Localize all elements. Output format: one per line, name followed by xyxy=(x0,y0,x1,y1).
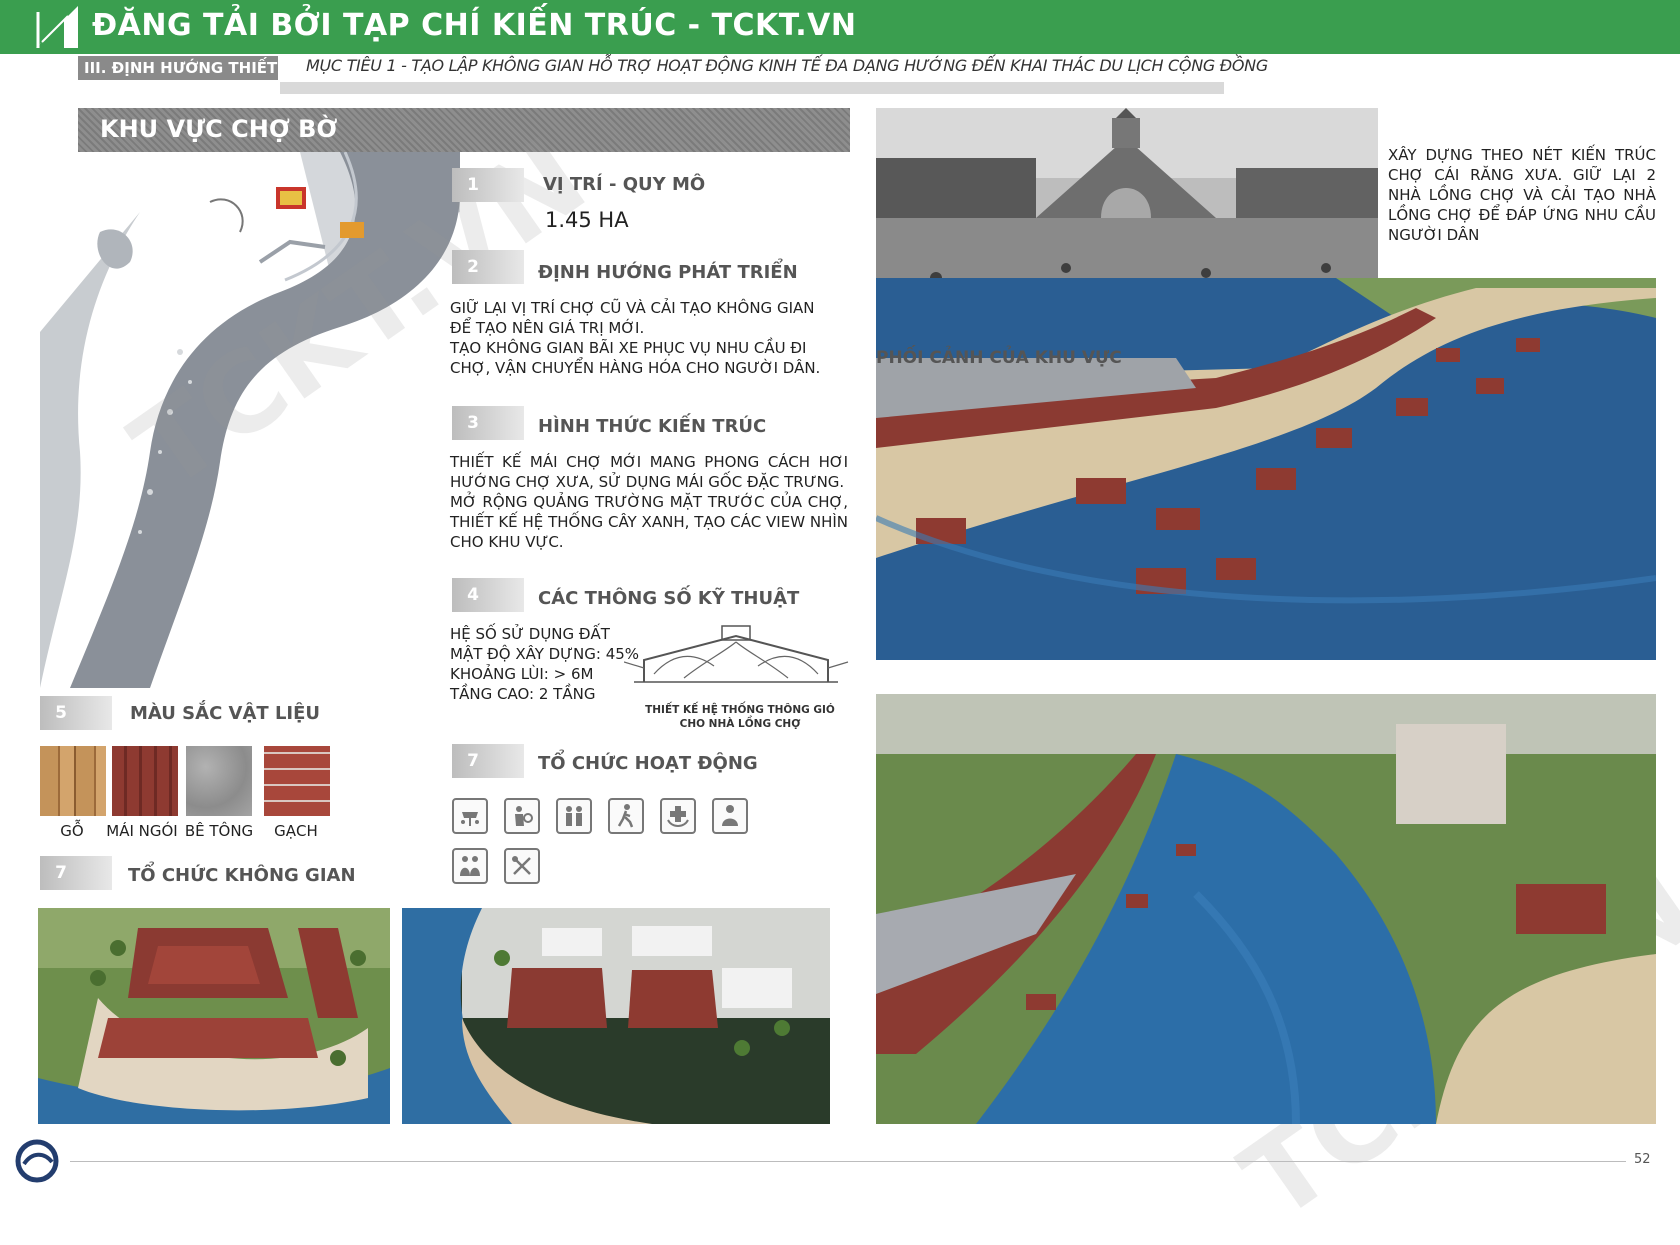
brick-swatch xyxy=(264,746,330,816)
perspective-render-top xyxy=(876,278,1656,660)
ventilation-caption: THIẾT KẾ HỆ THỐNG THÔNG GIÓ CHO NHÀ LỒNG… xyxy=(645,704,835,730)
item-number: 7 xyxy=(40,856,112,890)
perspective-render-bottom xyxy=(876,694,1656,1124)
item-number: 5 xyxy=(40,696,112,730)
footer-logo-icon xyxy=(15,1139,59,1183)
walking-icon xyxy=(608,798,644,834)
item-title-location: VỊ TRÍ - QUY MÔ xyxy=(543,174,706,195)
section-tag: III. ĐỊNH HƯỚNG THIẾT KẾ xyxy=(78,56,304,80)
shopping-icon xyxy=(504,798,540,834)
item-title-specs: CÁC THÔNG SỐ KỸ THUẬT xyxy=(538,588,800,609)
material-label: GẠCH xyxy=(274,822,318,840)
magazine-logo-icon xyxy=(36,6,78,48)
item-number: 3 xyxy=(452,406,524,440)
item-number: 2 xyxy=(452,250,524,284)
food-icon xyxy=(504,848,540,884)
item-title-space: TỔ CHỨC KHÔNG GIAN xyxy=(128,865,356,886)
perspective-section-title: PHỐI CẢNH CỦA KHU VỰC xyxy=(876,348,1122,368)
page-number: 52 xyxy=(1634,1152,1651,1167)
market-plaza-render xyxy=(402,908,830,1124)
service-icon xyxy=(660,798,696,834)
family-icon xyxy=(556,798,592,834)
banner-title: ĐĂNG TẢI BỞI TẠP CHÍ KIẾN TRÚC - TCKT.VN xyxy=(92,8,857,43)
item-scale-value: 1.45 HA xyxy=(545,208,629,232)
meeting-icon xyxy=(712,798,748,834)
item-title-architecture: HÌNH THỨC KIẾN TRÚC xyxy=(538,416,767,437)
community-icon xyxy=(452,848,488,884)
item-title-activities: TỔ CHỨC HOẠT ĐỘNG xyxy=(538,753,758,774)
roof-tile-swatch xyxy=(112,746,178,816)
item-body-architecture: THIẾT KẾ MÁI CHỢ MỚI MANG PHONG CÁCH HƠI… xyxy=(450,453,848,551)
concrete-swatch xyxy=(186,746,252,816)
historic-photo-description: XÂY DỰNG THEO NÉT KIẾN TRÚC CHỢ CÁI RĂNG… xyxy=(1388,146,1656,244)
footer-rule xyxy=(70,1161,1626,1162)
item-body-development: GIỮ LẠI VỊ TRÍ CHỢ CŨ VÀ CẢI TẠO KHÔNG G… xyxy=(450,299,821,377)
goal-text: MỤC TIÊU 1 - TẠO LẬP KHÔNG GIAN HỖ TRỢ H… xyxy=(306,56,1268,75)
item-body-specs: HỆ SỐ SỬ DỤNG ĐẤT MẬT ĐỘ XÂY DỰNG: 45% K… xyxy=(450,625,640,703)
ventilation-diagram xyxy=(624,625,849,683)
wood-swatch xyxy=(40,746,106,816)
item-number: 1 xyxy=(452,168,524,202)
item-title-materials: MÀU SẮC VẬT LIỆU xyxy=(130,703,321,724)
header-rule xyxy=(280,82,1224,94)
area-title: KHU VỰC CHỢ BỜ xyxy=(100,115,338,143)
item-number: 7 xyxy=(452,744,524,778)
item-number: 4 xyxy=(452,578,524,612)
market-aerial-render xyxy=(38,908,390,1124)
item-title-development: ĐỊNH HƯỚNG PHÁT TRIỂN xyxy=(538,262,798,283)
dining-icon xyxy=(452,798,488,834)
